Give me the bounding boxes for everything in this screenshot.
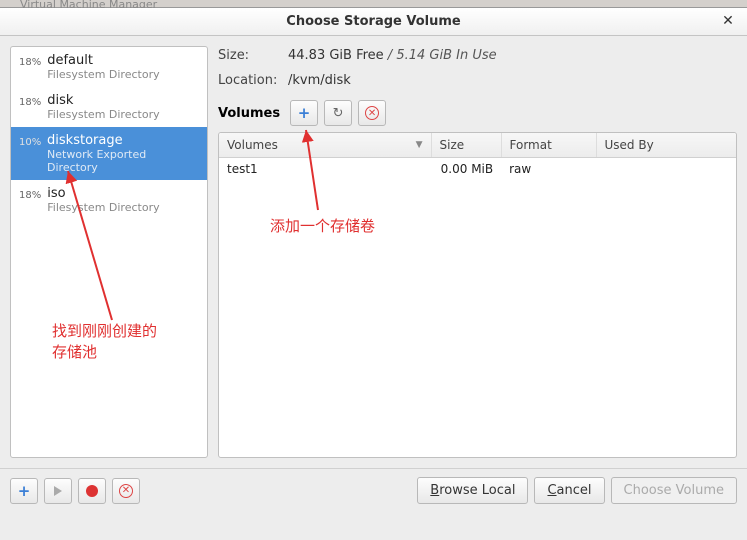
record-icon — [86, 485, 98, 497]
pool-usage-pct: 18% — [19, 93, 41, 108]
close-icon[interactable]: ✕ — [719, 12, 737, 30]
volumes-table: Volumes▼ Size Format Used By test1 0.00 … — [218, 132, 737, 458]
pool-type: Filesystem Directory — [47, 201, 159, 214]
cancel-button[interactable]: Cancel — [534, 477, 604, 504]
table-header: Volumes▼ Size Format Used By — [219, 133, 736, 158]
col-header-format[interactable]: Format — [502, 133, 597, 157]
choose-volume-button: Choose Volume — [611, 477, 737, 504]
size-label: Size: — [218, 48, 288, 63]
location-value: /kvm/disk — [288, 73, 351, 88]
pool-item-iso[interactable]: 18% iso Filesystem Directory — [11, 180, 207, 220]
pool-type: Filesystem Directory — [47, 68, 159, 81]
pool-name: iso — [47, 186, 159, 201]
pool-usage-pct: 18% — [19, 186, 41, 201]
add-volume-button[interactable]: + — [290, 100, 318, 126]
size-free: 44.83 GiB Free — [288, 48, 384, 63]
delete-volume-button[interactable]: ✕ — [358, 100, 386, 126]
volumes-label: Volumes — [218, 106, 280, 121]
pool-item-default[interactable]: 18% default Filesystem Directory — [11, 47, 207, 87]
delete-icon: ✕ — [119, 484, 133, 498]
add-pool-button[interactable]: + — [10, 478, 38, 504]
pool-name: default — [47, 53, 159, 68]
sort-indicator-icon: ▼ — [416, 140, 423, 150]
pool-item-disk[interactable]: 18% disk Filesystem Directory — [11, 87, 207, 127]
pool-name: disk — [47, 93, 159, 108]
cell-usedby — [596, 158, 736, 180]
play-icon — [54, 486, 62, 496]
location-label: Location: — [218, 73, 288, 88]
background-window-strip: Virtual Machine Manager — [0, 0, 747, 8]
col-header-size[interactable]: Size — [432, 133, 502, 157]
pool-item-diskstorage[interactable]: 10% diskstorage Network Exported Directo… — [11, 127, 207, 180]
delete-pool-button[interactable]: ✕ — [112, 478, 140, 504]
table-row[interactable]: test1 0.00 MiB raw — [219, 158, 736, 180]
col-header-volumes[interactable]: Volumes▼ — [219, 133, 432, 157]
stop-pool-button[interactable] — [78, 478, 106, 504]
pool-usage-pct: 10% — [19, 133, 41, 148]
cell-volume-name: test1 — [219, 158, 431, 180]
pool-type: Network Exported Directory — [47, 148, 199, 174]
pool-usage-pct: 18% — [19, 53, 41, 68]
size-sep: / — [384, 48, 397, 63]
refresh-button[interactable]: ↻ — [324, 100, 352, 126]
plus-icon: + — [18, 482, 31, 500]
browse-local-button[interactable]: Browse Local — [417, 477, 528, 504]
storage-pool-list[interactable]: 18% default Filesystem Directory 18% dis… — [10, 46, 208, 458]
delete-icon: ✕ — [365, 106, 379, 120]
pool-type: Filesystem Directory — [47, 108, 159, 121]
start-pool-button[interactable] — [44, 478, 72, 504]
titlebar: Choose Storage Volume ✕ — [0, 8, 747, 36]
col-header-usedby[interactable]: Used By — [597, 133, 736, 157]
window-title: Choose Storage Volume — [286, 14, 460, 29]
size-inuse: 5.14 GiB In Use — [396, 48, 496, 63]
cell-size: 0.00 MiB — [431, 158, 501, 180]
cell-format: raw — [501, 158, 596, 180]
volumes-toolbar: Volumes + ↻ ✕ — [218, 100, 737, 126]
refresh-icon: ↻ — [333, 106, 344, 121]
plus-icon: + — [298, 104, 311, 122]
location-row: Location: /kvm/disk — [218, 71, 737, 90]
pool-name: diskstorage — [47, 133, 199, 148]
bottom-toolbar: + ✕ Browse Local Cancel Choose Volume — [0, 468, 747, 512]
size-row: Size: 44.83 GiB Free / 5.14 GiB In Use — [218, 46, 737, 65]
